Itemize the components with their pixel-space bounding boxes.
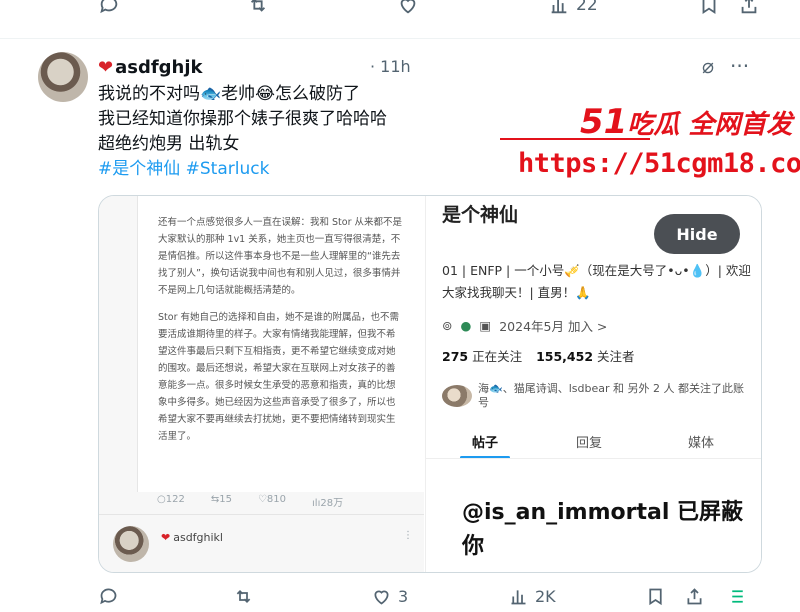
retweet-icon bbox=[236, 590, 251, 603]
post-line-2: 我已经知道你操那个婊子很爽了哈哈哈 bbox=[98, 109, 387, 129]
blocked-line-2: 你 bbox=[462, 534, 485, 559]
reply-button[interactable] bbox=[98, 0, 120, 16]
bookmark-icon bbox=[649, 588, 662, 606]
list-icon bbox=[732, 590, 743, 603]
left-screenshot-divider bbox=[99, 514, 424, 515]
retweet-icon bbox=[250, 0, 266, 12]
left-more-icon: ⋮ bbox=[403, 530, 413, 541]
list-button[interactable] bbox=[727, 586, 748, 607]
bookmark-button[interactable] bbox=[645, 586, 666, 607]
following-stat: 275 正在关注 bbox=[442, 346, 522, 365]
bar-chart-icon bbox=[551, 0, 567, 14]
share-button[interactable] bbox=[738, 0, 760, 16]
left-stat-reply: ○122 bbox=[157, 494, 185, 505]
like-button[interactable] bbox=[397, 0, 419, 16]
left-stat-views: ılı28万 bbox=[312, 498, 344, 509]
globe-icon: ● bbox=[460, 318, 472, 333]
reply-icon bbox=[100, 588, 117, 605]
joined-date: 2024年5月 加入 > bbox=[499, 319, 608, 334]
heart-icon bbox=[374, 590, 389, 605]
followers-stat: 155,452 关注者 bbox=[536, 346, 634, 365]
left-username: asdfghikl bbox=[173, 531, 223, 544]
profile-name: 是个神仙 bbox=[442, 204, 519, 226]
watermark-brand: 51吃瓜 全网首发 bbox=[580, 102, 792, 142]
followed-by-text: 海🐟、猫尾诗调、lsdbear 和 另外 2 人 都关注了此账号 bbox=[478, 382, 744, 409]
hashtags[interactable]: #是个神仙 #Starluck bbox=[98, 157, 518, 182]
left-stat-views-count: 28万 bbox=[320, 498, 344, 509]
watermark-url: https://51cgm18.com bbox=[518, 148, 800, 179]
profile-meta: ⊚ ● ▣ 2024年5月 加入 > bbox=[442, 316, 607, 335]
following-label: 正在关注 bbox=[472, 349, 523, 364]
post-time[interactable]: · 11h bbox=[370, 57, 411, 76]
watermark: 51吃瓜 全网首发 https://51cgm18.com bbox=[500, 102, 800, 190]
tabs-divider bbox=[426, 458, 761, 459]
post-body: 我说的不对吗🐟老帅😂怎么破防了 我已经知道你操那个婊子很爽了哈哈哈 超绝约炮男 … bbox=[98, 82, 518, 182]
bookmark-button[interactable] bbox=[698, 0, 720, 16]
left-paragraph-1: 还有一个点感觉很多人一直在误解：我和 Stor 从来都不是大家默认的那种 1v1… bbox=[158, 217, 403, 296]
followed-by-avatars bbox=[442, 385, 472, 407]
share-icon bbox=[687, 588, 702, 605]
hide-button[interactable]: Hide bbox=[654, 214, 740, 254]
post-divider bbox=[0, 38, 800, 39]
views-count: 22 bbox=[576, 0, 598, 15]
like-button[interactable]: 3 bbox=[371, 586, 408, 607]
views-button[interactable]: 2K bbox=[508, 586, 556, 607]
bar-chart-icon bbox=[511, 590, 526, 605]
followers-label: 关注者 bbox=[597, 349, 635, 364]
heart-emoji-icon: ❤ bbox=[98, 57, 114, 78]
watermark-line bbox=[500, 138, 650, 140]
left-screenshot-avatar bbox=[113, 526, 149, 562]
reply-button[interactable] bbox=[98, 586, 119, 607]
watermark-brand-number: 51 bbox=[580, 102, 628, 142]
post-line-3: 超绝约炮男 出轨女 bbox=[98, 134, 240, 154]
views-button[interactable]: 22 bbox=[548, 0, 598, 16]
previous-post-actions: 22 bbox=[0, 0, 800, 24]
blocked-line-1: @is_an_immortal 已屏蔽 bbox=[462, 500, 744, 525]
left-screenshot-stats: ○122 ⇆15 ♡810 ılı28万 bbox=[157, 494, 343, 509]
left-stat-like-count: 810 bbox=[266, 494, 287, 505]
tab-media: 媒体 bbox=[688, 436, 715, 451]
post-header-actions: ⌀ ··· bbox=[702, 54, 749, 78]
left-stat-reply-count: 122 bbox=[165, 494, 185, 505]
followed-by: 海🐟、猫尾诗调、lsdbear 和 另外 2 人 都关注了此账号 bbox=[442, 382, 752, 410]
share-button[interactable] bbox=[684, 586, 705, 607]
tab-posts: 帖子 bbox=[472, 436, 499, 451]
bookmark-icon bbox=[702, 0, 716, 15]
share-icon bbox=[741, 0, 757, 14]
watermark-brand-text: 吃瓜 全网首发 bbox=[627, 110, 793, 140]
followers-count: 155,452 bbox=[536, 349, 594, 364]
like-count: 3 bbox=[398, 587, 409, 606]
reply-icon bbox=[100, 0, 118, 14]
post-actions: 3 2K bbox=[0, 586, 800, 612]
left-paragraph-2: Stor 有她自己的选择和自由，她不是谁的附属品，也不需要活成谁期待里的样子。大… bbox=[158, 312, 399, 442]
retweet-button[interactable] bbox=[247, 0, 269, 16]
profile-bio: 01 | ENFP | 一个小号🎺（现在是大号了•ᴗ•💧）| 欢迎大家找我聊天！… bbox=[442, 263, 751, 300]
left-screenshot-post: 还有一个点感觉很多人一直在误解：我和 Stor 从来都不是大家默认的那种 1v1… bbox=[137, 196, 424, 492]
views-count: 2K bbox=[535, 587, 556, 606]
heart-icon bbox=[400, 0, 416, 14]
media-image[interactable]: 还有一个点感觉很多人一直在误解：我和 Stor 从来都不是大家默认的那种 1v1… bbox=[98, 195, 762, 573]
more-options-icon[interactable]: ··· bbox=[730, 54, 749, 78]
location-icon: ⊚ bbox=[442, 318, 453, 333]
left-stat-like: ♡810 bbox=[257, 494, 287, 505]
tab-replies: 回复 bbox=[576, 436, 603, 451]
left-screenshot-text: 还有一个点感觉很多人一直在误解：我和 Stor 从来都不是大家默认的那种 1v1… bbox=[158, 214, 402, 455]
left-heart-icon: ❤ bbox=[161, 531, 171, 544]
post-line-1: 我说的不对吗🐟老帅😂怎么破防了 bbox=[98, 84, 361, 104]
retweet-button[interactable] bbox=[233, 586, 254, 607]
left-stat-retweet: ⇆15 bbox=[210, 494, 232, 505]
blocked-message: @is_an_immortal 已屏蔽 你 bbox=[462, 496, 743, 564]
username-text: asdfghjk bbox=[115, 57, 203, 78]
left-screenshot: 还有一个点感觉很多人一直在误解：我和 Stor 从来都不是大家默认的那种 1v1… bbox=[99, 196, 424, 572]
profile-tabs: 帖子 回复 媒体 bbox=[426, 428, 761, 459]
follow-counts: 275 正在关注 155,452 关注者 bbox=[442, 346, 635, 365]
right-screenshot: 是个神仙 Hide 01 | ENFP | 一个小号🎺（现在是大号了•ᴗ•💧）|… bbox=[425, 196, 761, 572]
author-avatar[interactable] bbox=[38, 52, 88, 102]
left-screenshot-user: ❤ asdfghikl bbox=[161, 531, 223, 544]
following-count: 275 bbox=[442, 349, 469, 364]
left-stat-retweet-count: 15 bbox=[219, 494, 232, 505]
author-name[interactable]: ❤ asdfghjk bbox=[98, 57, 203, 78]
calendar-icon: ▣ bbox=[479, 318, 492, 333]
grok-icon[interactable]: ⌀ bbox=[702, 54, 714, 78]
